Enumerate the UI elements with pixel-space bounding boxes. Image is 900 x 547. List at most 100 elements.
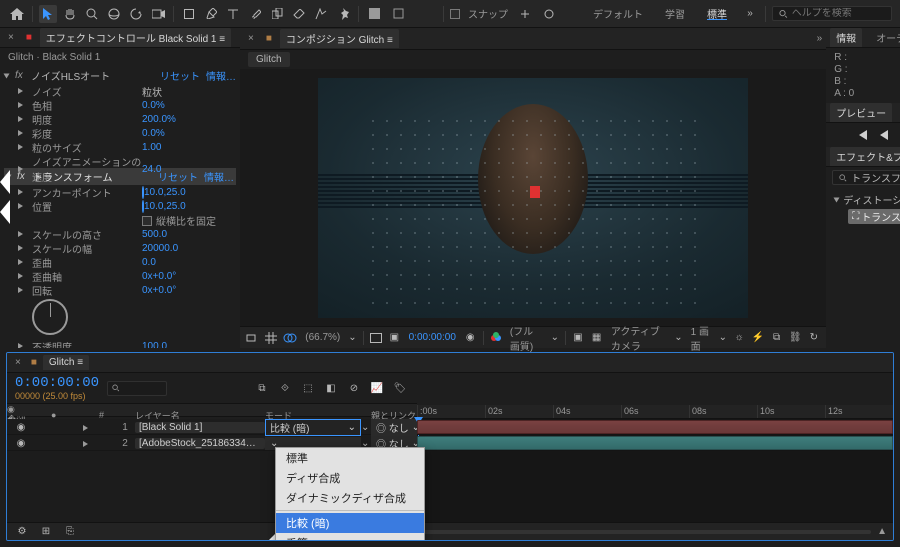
help-search[interactable] [772, 6, 892, 21]
layer-name[interactable]: [AdobeStock_251863340.mov] [135, 438, 265, 449]
prop-value[interactable]: 1.00 [142, 142, 236, 153]
rotate-tool-icon[interactable] [127, 5, 145, 23]
resolution-icon[interactable] [369, 329, 382, 347]
preset-search-input[interactable] [851, 172, 900, 183]
brush-tool-icon[interactable] [246, 5, 264, 23]
exposure-icon[interactable]: ☼ [733, 329, 746, 347]
flowchart-icon[interactable]: ⛓ [789, 329, 802, 347]
comp-camera[interactable]: アクティブカメラ [609, 323, 668, 353]
shape-fill-icon[interactable] [365, 5, 383, 23]
motionblur-icon[interactable]: ⊘ [345, 379, 363, 397]
camera-tool-icon[interactable] [149, 5, 167, 23]
comp-zoom[interactable]: (66.7%) [303, 332, 342, 343]
home-icon[interactable] [8, 5, 26, 23]
timeline-timecode[interactable]: 0:00:00:00 [15, 375, 99, 391]
draft3d-icon[interactable]: ⬚ [299, 379, 317, 397]
blend-mode-option[interactable]: 乗算 [276, 533, 424, 541]
fx-info[interactable]: 情報… [206, 68, 236, 83]
timeline-tab[interactable]: Glitch ≡ [43, 355, 89, 370]
stopwatch-icon[interactable] [142, 186, 144, 199]
prop-value[interactable]: 0.0% [142, 128, 236, 139]
snap-option-1-icon[interactable] [516, 5, 534, 23]
prop-value[interactable]: 0x+0.0° [142, 271, 236, 282]
twisty-icon[interactable] [18, 189, 23, 195]
shape-stroke-icon[interactable] [389, 5, 407, 23]
prop-value[interactable]: 10.0,25.0 [142, 201, 236, 212]
twisty-icon[interactable] [18, 144, 23, 150]
snap-option-2-icon[interactable] [540, 5, 558, 23]
twisty-icon[interactable] [834, 197, 840, 202]
transparency-grid-icon[interactable]: ▦ [590, 329, 603, 347]
rect-tool-icon[interactable] [180, 5, 198, 23]
tag-icon[interactable]: 🏷 [391, 379, 409, 397]
blend-mode-option[interactable]: ディザ合成 [276, 468, 424, 488]
toggle-modes-icon[interactable]: ⊞ [37, 523, 55, 541]
magnify-icon[interactable] [246, 329, 259, 347]
timeline-icon[interactable]: ⧉ [770, 329, 783, 347]
prop-value[interactable]: 20000.0 [142, 243, 236, 254]
snap-checkbox[interactable] [450, 9, 460, 19]
frameblend-icon[interactable]: ◧ [322, 379, 340, 397]
hand-tool-icon[interactable] [61, 5, 79, 23]
comp-viewer[interactable] [240, 69, 826, 326]
tab-preview[interactable]: プレビュー [830, 103, 892, 122]
panel-overflow-icon[interactable]: » [817, 33, 823, 44]
prop-value[interactable]: 100.0 [142, 341, 236, 348]
workspace-chevron-icon[interactable]: » [741, 5, 759, 23]
tree-category[interactable]: ディストーション [843, 192, 900, 207]
prev-frame-icon[interactable] [877, 129, 891, 141]
tab-presets[interactable]: エフェクト&プリセット [830, 147, 900, 166]
eraser-tool-icon[interactable] [290, 5, 308, 23]
comp-breadcrumb[interactable]: Glitch [248, 52, 290, 67]
clip[interactable] [417, 436, 893, 450]
shy-icon[interactable]: ⟐ [276, 379, 294, 397]
tree-item-transform[interactable]: ⛶トランスフォーム [848, 209, 900, 224]
channel-icon[interactable]: ▣ [388, 329, 401, 347]
grid-icon[interactable] [265, 329, 278, 347]
timeline-search[interactable] [107, 381, 167, 396]
render-icon[interactable]: ↻ [808, 329, 821, 347]
timeline-search-input[interactable] [124, 383, 162, 394]
help-search-input[interactable] [792, 8, 885, 19]
panel-close-icon[interactable]: × [244, 33, 258, 44]
twisty-icon[interactable] [18, 231, 23, 237]
twisty-icon[interactable] [18, 343, 23, 348]
prop-value[interactable]: 粒状 [142, 84, 236, 99]
comp-res[interactable]: (フル画質) [508, 323, 545, 353]
twisty-icon[interactable] [4, 73, 10, 78]
clip[interactable] [417, 420, 893, 434]
panel-close-icon[interactable]: × [4, 32, 18, 43]
twisty-icon[interactable] [18, 130, 23, 136]
stopwatch-icon[interactable] [142, 200, 144, 213]
comp-view[interactable]: 1 画面 [689, 323, 713, 353]
roi-icon[interactable]: ▣ [572, 329, 585, 347]
prop-value[interactable]: 0.0% [142, 100, 236, 111]
puppet-tool-icon[interactable] [334, 5, 352, 23]
layer-row[interactable]: ◉ 1 [Black Solid 1] 比較 (暗)⌄ ⌄ ◎ なし⌄ [7, 419, 417, 435]
comp-time[interactable]: 0:00:00:00 [407, 332, 458, 343]
twisty-icon[interactable] [83, 441, 88, 447]
checkbox[interactable] [142, 216, 152, 226]
blend-mode-option[interactable]: ダイナミックディザ合成 [276, 488, 424, 508]
first-frame-icon[interactable] [855, 129, 869, 141]
fx-reset[interactable]: リセット [160, 68, 200, 83]
timeline-ruler[interactable]: :00s02s04s06s08s10s12s [417, 405, 893, 419]
prop-value[interactable]: 200.0% [142, 114, 236, 125]
comp-mini-icon[interactable]: ⧉ [253, 379, 271, 397]
blend-mode-select[interactable]: 比較 (暗)⌄ [265, 419, 361, 436]
twisty-icon[interactable] [18, 273, 23, 279]
fx-info[interactable]: 情報… [204, 169, 234, 184]
mask-mode-icon[interactable] [283, 329, 297, 347]
colormgmt-icon[interactable] [489, 329, 502, 347]
twisty-icon[interactable] [18, 259, 23, 265]
blend-mode-option[interactable]: 比較 (暗) [276, 513, 424, 533]
orbit-tool-icon[interactable] [105, 5, 123, 23]
graph-icon[interactable]: 📈 [368, 379, 386, 397]
fx-reset[interactable]: リセット [158, 169, 198, 184]
tab-info[interactable]: 情報 [830, 28, 862, 47]
pen-tool-icon[interactable] [202, 5, 220, 23]
workspace-default[interactable]: デフォルト [585, 4, 651, 23]
prop-value[interactable]: 500.0 [142, 229, 236, 240]
prop-value[interactable]: 0x+0.0° [142, 285, 236, 296]
twisty-icon[interactable] [83, 425, 88, 431]
